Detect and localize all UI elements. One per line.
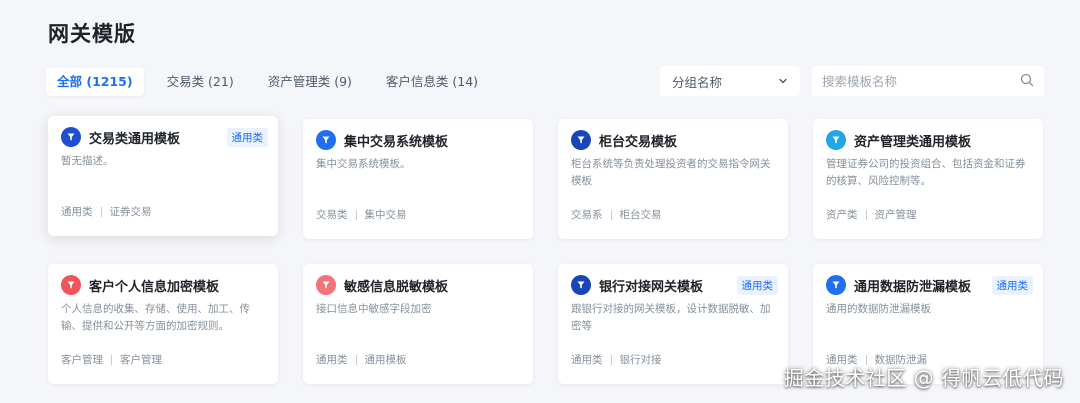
- card-title: 通用数据防泄漏模板: [854, 279, 972, 295]
- tag-divider: [111, 354, 112, 365]
- card-tags: 通用类 证券交易: [61, 204, 152, 219]
- card-tag: 资产管理: [874, 209, 917, 221]
- watermark: 掘金技术社区 @ 得帆云低代码: [783, 366, 1064, 390]
- card-tag: 交易类: [316, 209, 348, 221]
- card-tag: 交易系: [571, 209, 603, 221]
- template-card-customer-info-encryption[interactable]: 客户个人信息加密模板 个人信息的收集、存储、使用、加工、传输、提供和公开等方面的…: [48, 264, 278, 384]
- card-tags: 客户管理 客户管理: [61, 352, 162, 367]
- card-description: 柜台系统等负责处理投资者的交易指令网关模板: [571, 158, 771, 187]
- tag-divider: [355, 209, 357, 220]
- template-icon: [571, 275, 591, 295]
- page-title: 网关模版: [48, 22, 136, 46]
- card-description: 通用的数据防泄漏模板: [826, 303, 931, 315]
- card-tag: 通用类: [571, 354, 603, 366]
- card-tags: 交易系 柜台交易: [571, 207, 662, 222]
- card-description: 管理证券公司的投资组合、包括资金和证券的核算、风险控制等。: [826, 158, 1026, 187]
- card-description: 跟银行对接的网关模板，设计数据脱敏、加密等: [571, 303, 771, 332]
- tab-all[interactable]: 全部 (1215): [46, 68, 144, 96]
- card-title: 交易类通用模板: [89, 131, 181, 147]
- card-tag: 柜台交易: [619, 209, 662, 221]
- card-tag: 客户管理: [120, 354, 162, 366]
- group-select-value: 分组名称: [672, 74, 723, 90]
- template-card-bank-gateway[interactable]: 银行对接网关模板 通用类 跟银行对接的网关模板，设计数据脱敏、加密等 通用类银行…: [558, 264, 788, 384]
- card-tag: 集中交易: [364, 209, 407, 221]
- tag-divider: [100, 206, 102, 217]
- card-tags: 通用类 银行对接: [571, 352, 662, 367]
- card-tags: 资产类 资产管理: [826, 207, 917, 222]
- tag-divider: [610, 209, 612, 220]
- template-card-centralized-trading[interactable]: 集中交易系统模板 集中交易系统模板。 交易类 集中交易: [303, 119, 533, 239]
- card-description: 暂无描述。: [61, 155, 114, 167]
- group-select[interactable]: 分组名称: [660, 66, 800, 96]
- tab-customer-info[interactable]: 客户信息类 (14): [375, 68, 489, 96]
- tab-trading[interactable]: 交易类 (21): [156, 68, 245, 96]
- card-badge: 通用类: [736, 275, 778, 295]
- card-tag: 资产类: [826, 209, 858, 221]
- template-icon: [316, 130, 336, 150]
- card-title: 集中交易系统模板: [344, 134, 449, 150]
- tag-divider: [865, 209, 867, 220]
- template-icon: [61, 275, 81, 295]
- card-tag: 通用类: [316, 354, 348, 366]
- card-description: 集中交易系统模板。: [316, 158, 411, 170]
- search-box: [812, 66, 1044, 96]
- category-tabs: 全部 (1215) 交易类 (21) 资产管理类 (9) 客户信息类 (14): [46, 67, 501, 97]
- tab-asset-management[interactable]: 资产管理类 (9): [257, 68, 363, 96]
- card-tag: 银行对接: [619, 354, 662, 366]
- template-icon: [571, 130, 591, 150]
- template-icon: [826, 130, 846, 150]
- card-title: 银行对接网关模板: [599, 279, 704, 295]
- chevron-down-icon: [778, 74, 788, 89]
- card-tags: 通用类 通用模板: [316, 352, 407, 367]
- card-title: 柜台交易模板: [599, 134, 678, 150]
- template-icon: [316, 275, 336, 295]
- search-input[interactable]: [822, 73, 1002, 89]
- card-title: 敏感信息脱敏模板: [344, 279, 449, 295]
- tag-divider: [355, 354, 357, 365]
- card-tag: 证券交易: [109, 206, 152, 218]
- card-title: 资产管理类通用模板: [854, 134, 972, 150]
- card-tags: 交易类 集中交易: [316, 207, 407, 222]
- card-badge: 通用类: [991, 275, 1033, 295]
- card-tag: 通用模板: [364, 354, 407, 366]
- template-icon: [826, 275, 846, 295]
- card-title: 客户个人信息加密模板: [89, 279, 220, 295]
- card-tag: 通用类: [61, 206, 93, 218]
- card-description: 接口信息中敏感字段加密: [316, 303, 432, 315]
- template-icon: [61, 127, 81, 147]
- card-description: 个人信息的收集、存储、使用、加工、传输、提供和公开等方面的加密规则。: [61, 303, 250, 332]
- search-icon[interactable]: [1020, 72, 1034, 91]
- template-card-counter-trading[interactable]: 柜台交易模板 柜台系统等负责处理投资者的交易指令网关模板 交易系 柜台交易: [558, 119, 788, 239]
- template-card-trading-general[interactable]: 交易类通用模板 通用类 暂无描述。 通用类 证券交易: [48, 116, 278, 236]
- template-card-asset-management[interactable]: 资产管理类通用模板 管理证券公司的投资组合、包括资金和证券的核算、风险控制等。 …: [813, 119, 1043, 239]
- card-tag: 客户管理: [61, 354, 103, 366]
- tag-divider: [610, 354, 612, 365]
- card-badge: 通用类: [226, 127, 268, 147]
- template-card-sensitive-masking[interactable]: 敏感信息脱敏模板 接口信息中敏感字段加密 通用类 通用模板: [303, 264, 533, 384]
